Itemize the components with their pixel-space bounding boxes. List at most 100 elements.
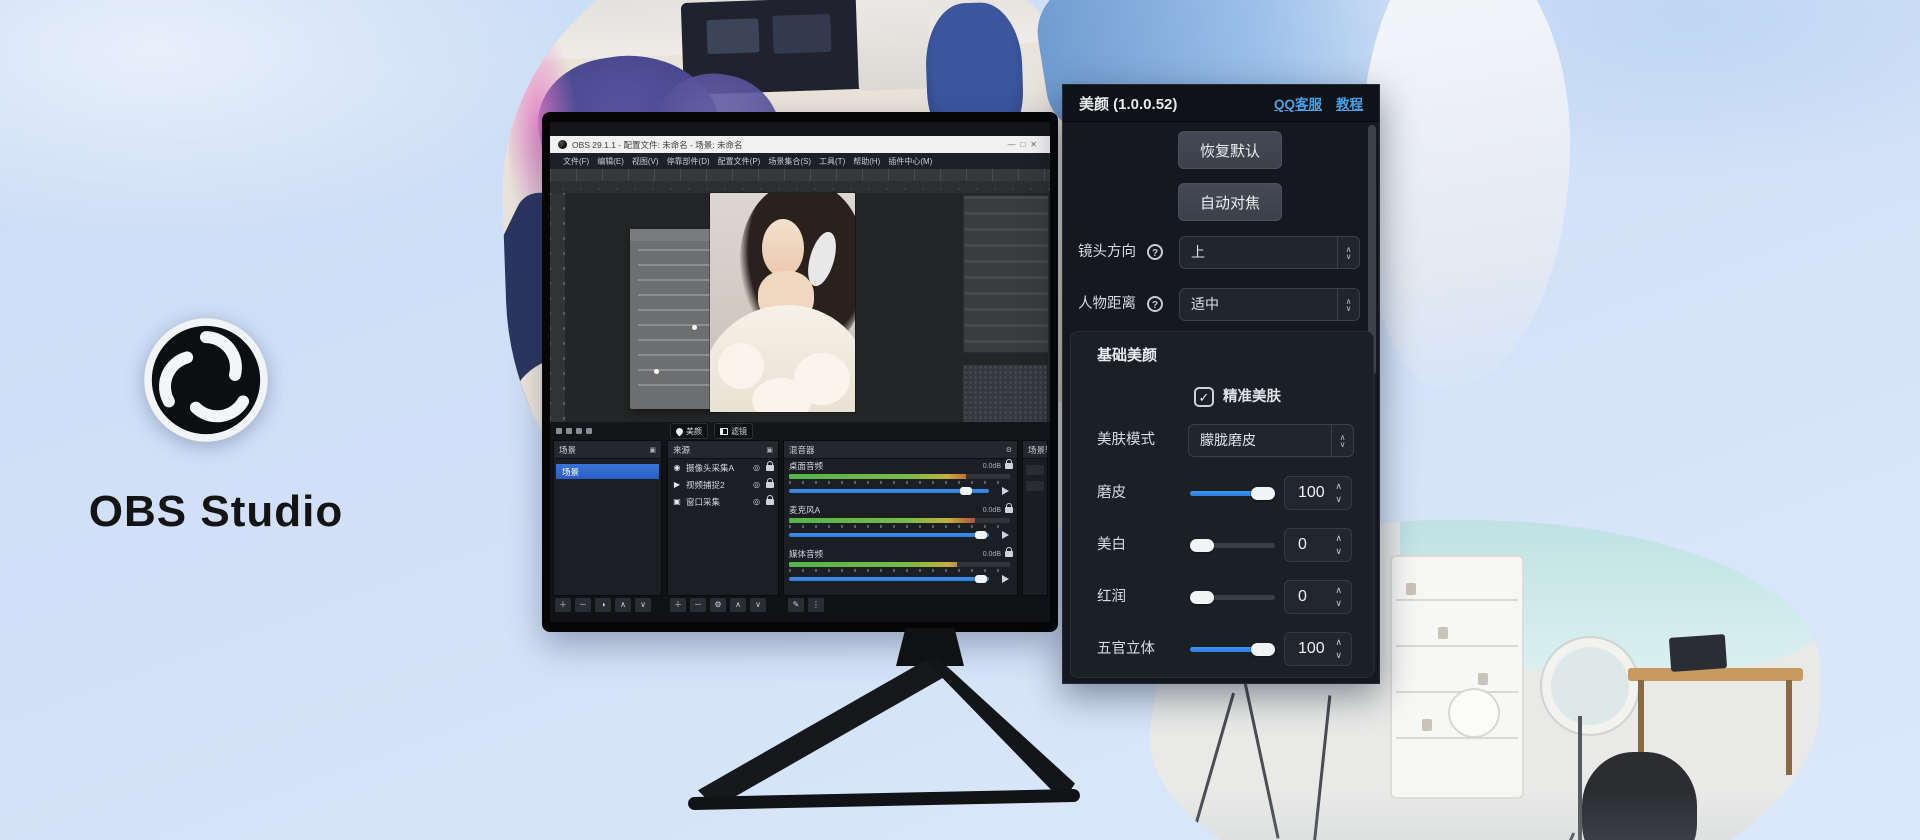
lens-direction-select[interactable]: 上 ∧∨ xyxy=(1179,236,1360,269)
smoothing-label: 磨皮 xyxy=(1097,475,1126,511)
slider-handle[interactable] xyxy=(1251,643,1275,656)
remove-icon[interactable]: － xyxy=(575,598,591,612)
menu-view[interactable]: 视图(V) xyxy=(629,156,662,167)
precise-skin-label: 精准美肤 xyxy=(1223,387,1281,408)
pen-icon[interactable]: ✎ xyxy=(788,598,804,612)
menu-plugin-center[interactable]: 插件中心(M) xyxy=(885,156,935,167)
chevron-down-icon[interactable]: ∨ xyxy=(1335,651,1342,660)
down-icon[interactable]: ∨ xyxy=(635,598,651,612)
speaker-icon[interactable] xyxy=(1002,487,1013,495)
eye-icon[interactable]: ◎ xyxy=(753,497,760,506)
facial-depth-slider[interactable] xyxy=(1190,647,1275,652)
menu-edit[interactable]: 编辑(E) xyxy=(594,156,627,167)
transition-select[interactable] xyxy=(1026,465,1044,475)
add-icon[interactable]: ＋ xyxy=(555,598,571,612)
smoothing-slider[interactable] xyxy=(1190,491,1275,496)
eye-icon[interactable]: ◎ xyxy=(753,463,760,472)
menu-help[interactable]: 帮助(H) xyxy=(850,156,883,167)
gear-icon[interactable]: ⚙ xyxy=(710,598,726,612)
chevron-down-icon[interactable]: ∨ xyxy=(1335,599,1342,608)
chevron-up-icon[interactable]: ∧ xyxy=(1335,534,1342,543)
lock-icon[interactable] xyxy=(1005,463,1013,469)
studio-ring-light xyxy=(1542,638,1638,734)
lock-icon[interactable] xyxy=(766,465,774,471)
chevron-up-icon[interactable]: ∧ xyxy=(1335,638,1342,647)
chevron-up-down-icon[interactable]: ∧∨ xyxy=(1337,237,1359,268)
qq-support-link[interactable]: QQ客服 xyxy=(1274,93,1322,113)
scene-item-selected[interactable]: 场景 xyxy=(556,464,659,479)
menu-tools[interactable]: 工具(T) xyxy=(816,156,848,167)
obs-titlebar-logo-icon xyxy=(558,140,567,149)
smoothing-value[interactable]: 100 ∧ ∨ xyxy=(1284,476,1352,510)
window-controls[interactable]: —□✕ xyxy=(1007,140,1042,149)
tutorial-link[interactable]: 教程 xyxy=(1336,93,1363,113)
source-row[interactable]: ▶ 视频捕捉2 ◎ xyxy=(668,476,778,493)
remove-icon[interactable]: － xyxy=(690,598,706,612)
more-icon[interactable]: ⋮ xyxy=(808,598,824,612)
chevron-up-down-icon[interactable]: ∧∨ xyxy=(1337,289,1359,320)
chevron-up-down-icon[interactable]: ∧∨ xyxy=(1331,425,1353,456)
rosy-slider[interactable] xyxy=(1190,595,1275,600)
chevron-down-icon[interactable]: ∨ xyxy=(1335,547,1342,556)
volume-handle[interactable] xyxy=(975,531,987,539)
panels-icon xyxy=(720,428,728,435)
precise-skin-checkbox[interactable]: ✓ xyxy=(1194,387,1214,407)
menu-file[interactable]: 文件(F) xyxy=(560,156,592,167)
volume-slider[interactable] xyxy=(789,487,1013,495)
filter-icon[interactable]: ◑ xyxy=(595,598,611,612)
up-icon[interactable]: ∧ xyxy=(615,598,631,612)
slider-handle[interactable] xyxy=(1190,591,1214,604)
facial-depth-value[interactable]: 100 ∧ ∨ xyxy=(1284,632,1352,666)
whitening-value[interactable]: 0 ∧ ∨ xyxy=(1284,528,1352,562)
add-icon[interactable]: ＋ xyxy=(670,598,686,612)
lock-icon[interactable] xyxy=(1005,507,1013,513)
menu-profile[interactable]: 配置文件(P) xyxy=(715,156,764,167)
up-icon[interactable]: ∧ xyxy=(730,598,746,612)
stack-icon[interactable]: ▣ xyxy=(766,446,773,454)
down-icon[interactable]: ∨ xyxy=(750,598,766,612)
obs-statusbar: 美颜 滤镜 xyxy=(550,422,1050,440)
source-row[interactable]: ▣ 窗口采集 ◎ xyxy=(668,493,778,510)
chevron-down-icon[interactable]: ∨ xyxy=(1335,495,1342,504)
help-icon[interactable]: ? xyxy=(1147,244,1163,260)
volume-handle[interactable] xyxy=(975,575,987,583)
tab-filter[interactable]: 滤镜 xyxy=(714,423,753,439)
eye-icon[interactable]: ◎ xyxy=(753,480,760,489)
chevron-up-icon[interactable]: ∧ xyxy=(1335,586,1342,595)
speaker-icon[interactable] xyxy=(1002,531,1013,539)
menu-docks[interactable]: 停靠部件(D) xyxy=(664,156,713,167)
obs-studio-wordmark: OBS Studio xyxy=(40,487,392,537)
studio-desk xyxy=(1628,668,1803,681)
obs-titlebar[interactable]: OBS 29.1.1 - 配置文件: 未命名 - 场景: 未命名 —□✕ xyxy=(550,136,1050,153)
volume-handle[interactable] xyxy=(960,487,972,495)
slider-handle[interactable] xyxy=(1190,539,1214,552)
speaker-icon[interactable] xyxy=(1002,575,1013,583)
rosy-value[interactable]: 0 ∧ ∨ xyxy=(1284,580,1352,614)
chevron-up-icon[interactable]: ∧ xyxy=(1335,482,1342,491)
slider-handle[interactable] xyxy=(1251,487,1275,500)
mixer-toolbar: ✎ ⋮ xyxy=(788,598,824,613)
whitening-slider[interactable] xyxy=(1190,543,1275,548)
transition-duration[interactable] xyxy=(1026,481,1044,491)
gear-icon[interactable]: ⚙ xyxy=(1006,446,1012,454)
stack-icon[interactable]: ▣ xyxy=(649,446,656,454)
lock-icon[interactable] xyxy=(766,499,774,505)
basic-beauty-title: 基础美颜 xyxy=(1097,344,1157,365)
lock-icon[interactable] xyxy=(766,482,774,488)
volume-slider[interactable] xyxy=(789,575,1013,583)
monitor-stand-right-leg xyxy=(925,660,1075,802)
media-icon: ▶ xyxy=(672,480,682,489)
menu-scene-collection[interactable]: 场景集合(S) xyxy=(765,156,814,167)
status-icon xyxy=(576,428,582,434)
person-distance-select[interactable]: 适中 ∧∨ xyxy=(1179,288,1360,321)
restore-default-button[interactable]: 恢复默认 xyxy=(1178,131,1282,169)
monitor-stand-left-leg xyxy=(698,660,943,808)
tab-beauty[interactable]: 美颜 xyxy=(670,423,708,439)
lock-icon[interactable] xyxy=(1005,551,1013,557)
auto-focus-button[interactable]: 自动对焦 xyxy=(1178,183,1282,221)
monitor-stand-base xyxy=(688,789,1080,810)
skin-mode-select[interactable]: 朦胧磨皮 ∧∨ xyxy=(1188,424,1354,457)
source-row[interactable]: ◉ 摄像头采集A ◎ xyxy=(668,459,778,476)
volume-slider[interactable] xyxy=(789,531,1013,539)
help-icon[interactable]: ? xyxy=(1147,296,1163,312)
